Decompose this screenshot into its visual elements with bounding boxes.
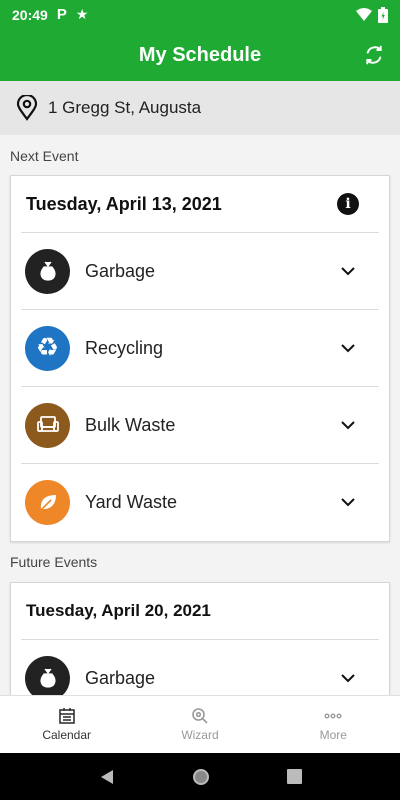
card-header: Tuesday, April 20, 2021 (21, 583, 379, 640)
address-bar[interactable]: 1 Gregg St, Augusta (0, 81, 400, 135)
nav-label: Wizard (181, 728, 219, 742)
recents-icon[interactable] (286, 769, 302, 784)
recycle-icon: ♻ (25, 325, 70, 371)
page-title: My Schedule (138, 43, 262, 66)
event-label: Recycling (85, 337, 164, 358)
app-bar: My Schedule (0, 29, 400, 81)
garbage-bag-icon (25, 248, 70, 294)
address-text: 1 Gregg St, Augusta (48, 98, 202, 117)
event-label: Garbage (85, 667, 156, 688)
future-event-card: Tuesday, April 20, 2021 Garbage (10, 582, 390, 695)
back-icon[interactable] (99, 769, 115, 785)
chevron-down-icon[interactable] (339, 339, 357, 357)
event-row-garbage[interactable]: Garbage (21, 640, 379, 695)
chevron-down-icon[interactable] (339, 494, 357, 512)
next-event-heading: Next Event (10, 148, 79, 164)
event-date: Tuesday, April 13, 2021 (26, 193, 222, 214)
bottom-nav: Calendar Wizard More (0, 695, 400, 753)
refresh-icon (366, 45, 382, 65)
calendar-icon (58, 708, 75, 724)
event-row-recycling[interactable]: ♻ Recycling (21, 310, 379, 387)
event-row-yard-waste[interactable]: Yard Waste (21, 464, 379, 541)
nav-wizard[interactable]: Wizard (133, 696, 266, 753)
home-icon[interactable] (192, 768, 210, 786)
event-row-bulk-waste[interactable]: Bulk Waste (21, 387, 379, 464)
nav-more[interactable]: More (267, 696, 400, 753)
nav-calendar[interactable]: Calendar (0, 696, 133, 753)
nav-label: Calendar (42, 728, 92, 742)
wifi-icon (356, 7, 372, 21)
chevron-down-icon[interactable] (339, 262, 357, 280)
nav-label: More (319, 728, 347, 742)
more-dots-icon (324, 713, 342, 719)
battery-icon (378, 6, 388, 23)
card-header: Tuesday, April 13, 2021 i (21, 176, 379, 233)
system-nav-bar (0, 753, 400, 800)
event-date: Tuesday, April 20, 2021 (26, 601, 211, 620)
chevron-down-icon[interactable] (339, 416, 357, 434)
star-notification-icon: ★ (75, 6, 89, 22)
event-label: Yard Waste (85, 492, 178, 512)
schedule-list[interactable]: Next Event Tuesday, April 13, 2021 i Gar… (0, 135, 400, 695)
parking-notification-icon: P (56, 6, 67, 23)
info-icon[interactable]: i (337, 193, 359, 215)
garbage-bag-icon (25, 655, 70, 695)
magnifier-icon (192, 708, 208, 724)
refresh-button[interactable] (362, 43, 386, 67)
status-time: 20:49 (12, 6, 48, 23)
armchair-icon (25, 402, 70, 448)
status-bar: 20:49 P ★ (0, 0, 400, 29)
event-label: Bulk Waste (85, 414, 176, 435)
leaf-icon (25, 480, 70, 525)
event-row-garbage[interactable]: Garbage (21, 233, 379, 310)
chevron-down-icon[interactable] (339, 669, 357, 687)
event-label: Garbage (85, 260, 156, 281)
next-event-card: Tuesday, April 13, 2021 i Garbage ♻ Recy… (10, 175, 390, 542)
location-pin-icon (16, 95, 38, 121)
future-events-heading: Future Events (10, 554, 98, 570)
